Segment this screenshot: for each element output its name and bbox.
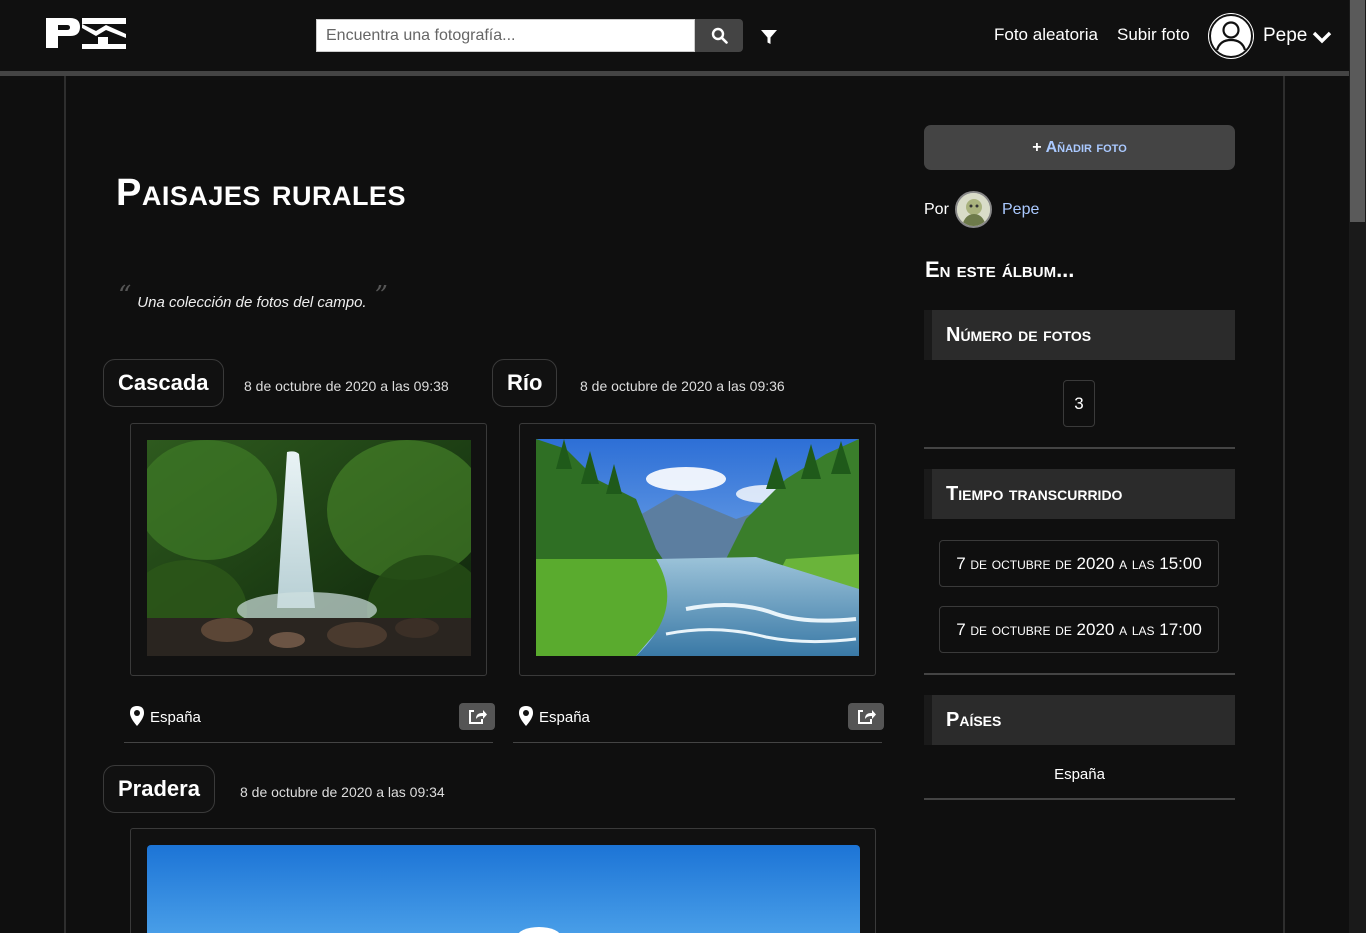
time-end-value: 7 de octubre de 2020 a las 17:00 (939, 606, 1219, 653)
photo-image-waterfall (147, 440, 471, 656)
photo-location[interactable]: España (539, 709, 590, 726)
filter-icon (761, 30, 777, 44)
page-scrollbar[interactable] (1349, 0, 1366, 933)
user-icon (1209, 14, 1253, 58)
album-title: Paisajes rurales (116, 172, 406, 214)
photo-count-value: 3 (1063, 380, 1095, 427)
map-pin-icon (519, 706, 533, 726)
photo-title-rio[interactable]: Río (492, 359, 558, 407)
plus-icon: + (1032, 138, 1042, 156)
author-prefix: Por (924, 201, 949, 218)
time-start-value: 7 de octubre de 2020 a las 15:00 (939, 540, 1219, 587)
photo-card-pradera[interactable] (130, 828, 876, 933)
search-button[interactable] (695, 19, 743, 52)
chevron-down-icon (1312, 31, 1332, 44)
add-photo-button[interactable]: + Añadir foto (924, 125, 1235, 170)
album-description: “ Una colección de fotos del campo. ” (118, 281, 388, 311)
search-input[interactable] (316, 19, 695, 52)
upload-photo-link[interactable]: Subir foto (1117, 25, 1190, 45)
section-divider (924, 798, 1235, 800)
search-icon (711, 27, 728, 44)
photo-card-rio[interactable] (519, 423, 876, 676)
user-avatar[interactable] (1208, 13, 1254, 59)
photo-image-meadow (147, 845, 860, 933)
site-logo[interactable] (44, 16, 128, 50)
photo-image-river (536, 439, 859, 656)
logo-icon (46, 18, 126, 49)
random-photo-link[interactable]: Foto aleatoria (994, 25, 1098, 45)
user-menu-toggle[interactable] (1312, 28, 1332, 46)
share-button[interactable] (459, 703, 495, 730)
photo-date: 8 de octubre de 2020 a las 09:34 (240, 784, 445, 800)
photo-location[interactable]: España (150, 709, 201, 726)
photo-date: 8 de octubre de 2020 a las 09:38 (244, 378, 449, 394)
photo-card-cascada[interactable] (130, 423, 487, 676)
scrollbar-thumb[interactable] (1350, 0, 1365, 222)
search-bar (316, 19, 743, 52)
share-icon (469, 709, 487, 724)
photo-title-pradera[interactable]: Pradera (103, 765, 215, 813)
section-divider (924, 447, 1235, 449)
time-span-heading: Tiempo transcurrido (924, 469, 1235, 519)
photo-location-row: España (513, 703, 884, 743)
share-icon (858, 709, 876, 724)
map-pin-icon (130, 706, 144, 726)
photo-date: 8 de octubre de 2020 a las 09:36 (580, 378, 785, 394)
photo-count-heading: Número de fotos (924, 310, 1235, 360)
author-avatar-icon (957, 193, 990, 226)
filter-button[interactable] (759, 27, 779, 47)
section-divider (924, 673, 1235, 675)
photo-title-cascada[interactable]: Cascada (103, 359, 224, 407)
author-avatar[interactable] (955, 191, 992, 228)
author-name-link[interactable]: Pepe (1002, 201, 1039, 219)
album-description-text: Una colección de fotos del campo. (137, 294, 367, 311)
country-item[interactable]: España (924, 766, 1235, 783)
user-menu-name[interactable]: Pepe (1263, 25, 1307, 47)
quote-close-icon: ” (374, 281, 388, 311)
countries-heading: Países (924, 695, 1235, 745)
share-button[interactable] (848, 703, 884, 730)
in-album-heading: En este álbum... (925, 257, 1075, 282)
photo-location-row: España (124, 703, 495, 743)
quote-open-icon: “ (118, 281, 132, 311)
add-photo-label: Añadir foto (1045, 138, 1127, 156)
